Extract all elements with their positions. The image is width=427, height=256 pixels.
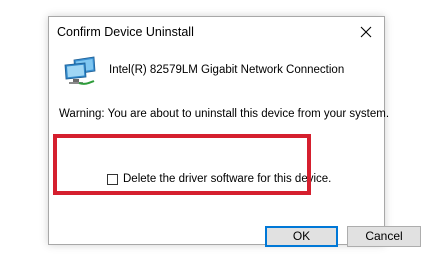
close-icon bbox=[360, 26, 372, 38]
warning-text: Warning: You are about to uninstall this… bbox=[59, 108, 390, 120]
title-bar: Confirm Device Uninstall bbox=[49, 17, 384, 47]
device-name: Intel(R) 82579LM Gigabit Network Connect… bbox=[109, 64, 345, 76]
dialog-title: Confirm Device Uninstall bbox=[57, 25, 194, 39]
cancel-button[interactable]: Cancel bbox=[347, 226, 421, 247]
confirm-device-uninstall-dialog: Confirm Device Uninstall Intel(R) 82579L… bbox=[48, 16, 421, 247]
red-highlight-annotation bbox=[53, 134, 311, 195]
close-button[interactable] bbox=[350, 19, 382, 45]
screen: Confirm Device Uninstall Intel(R) 82579L… bbox=[0, 0, 427, 256]
network-adapter-icon bbox=[64, 56, 96, 85]
ok-button[interactable]: OK bbox=[265, 226, 338, 247]
